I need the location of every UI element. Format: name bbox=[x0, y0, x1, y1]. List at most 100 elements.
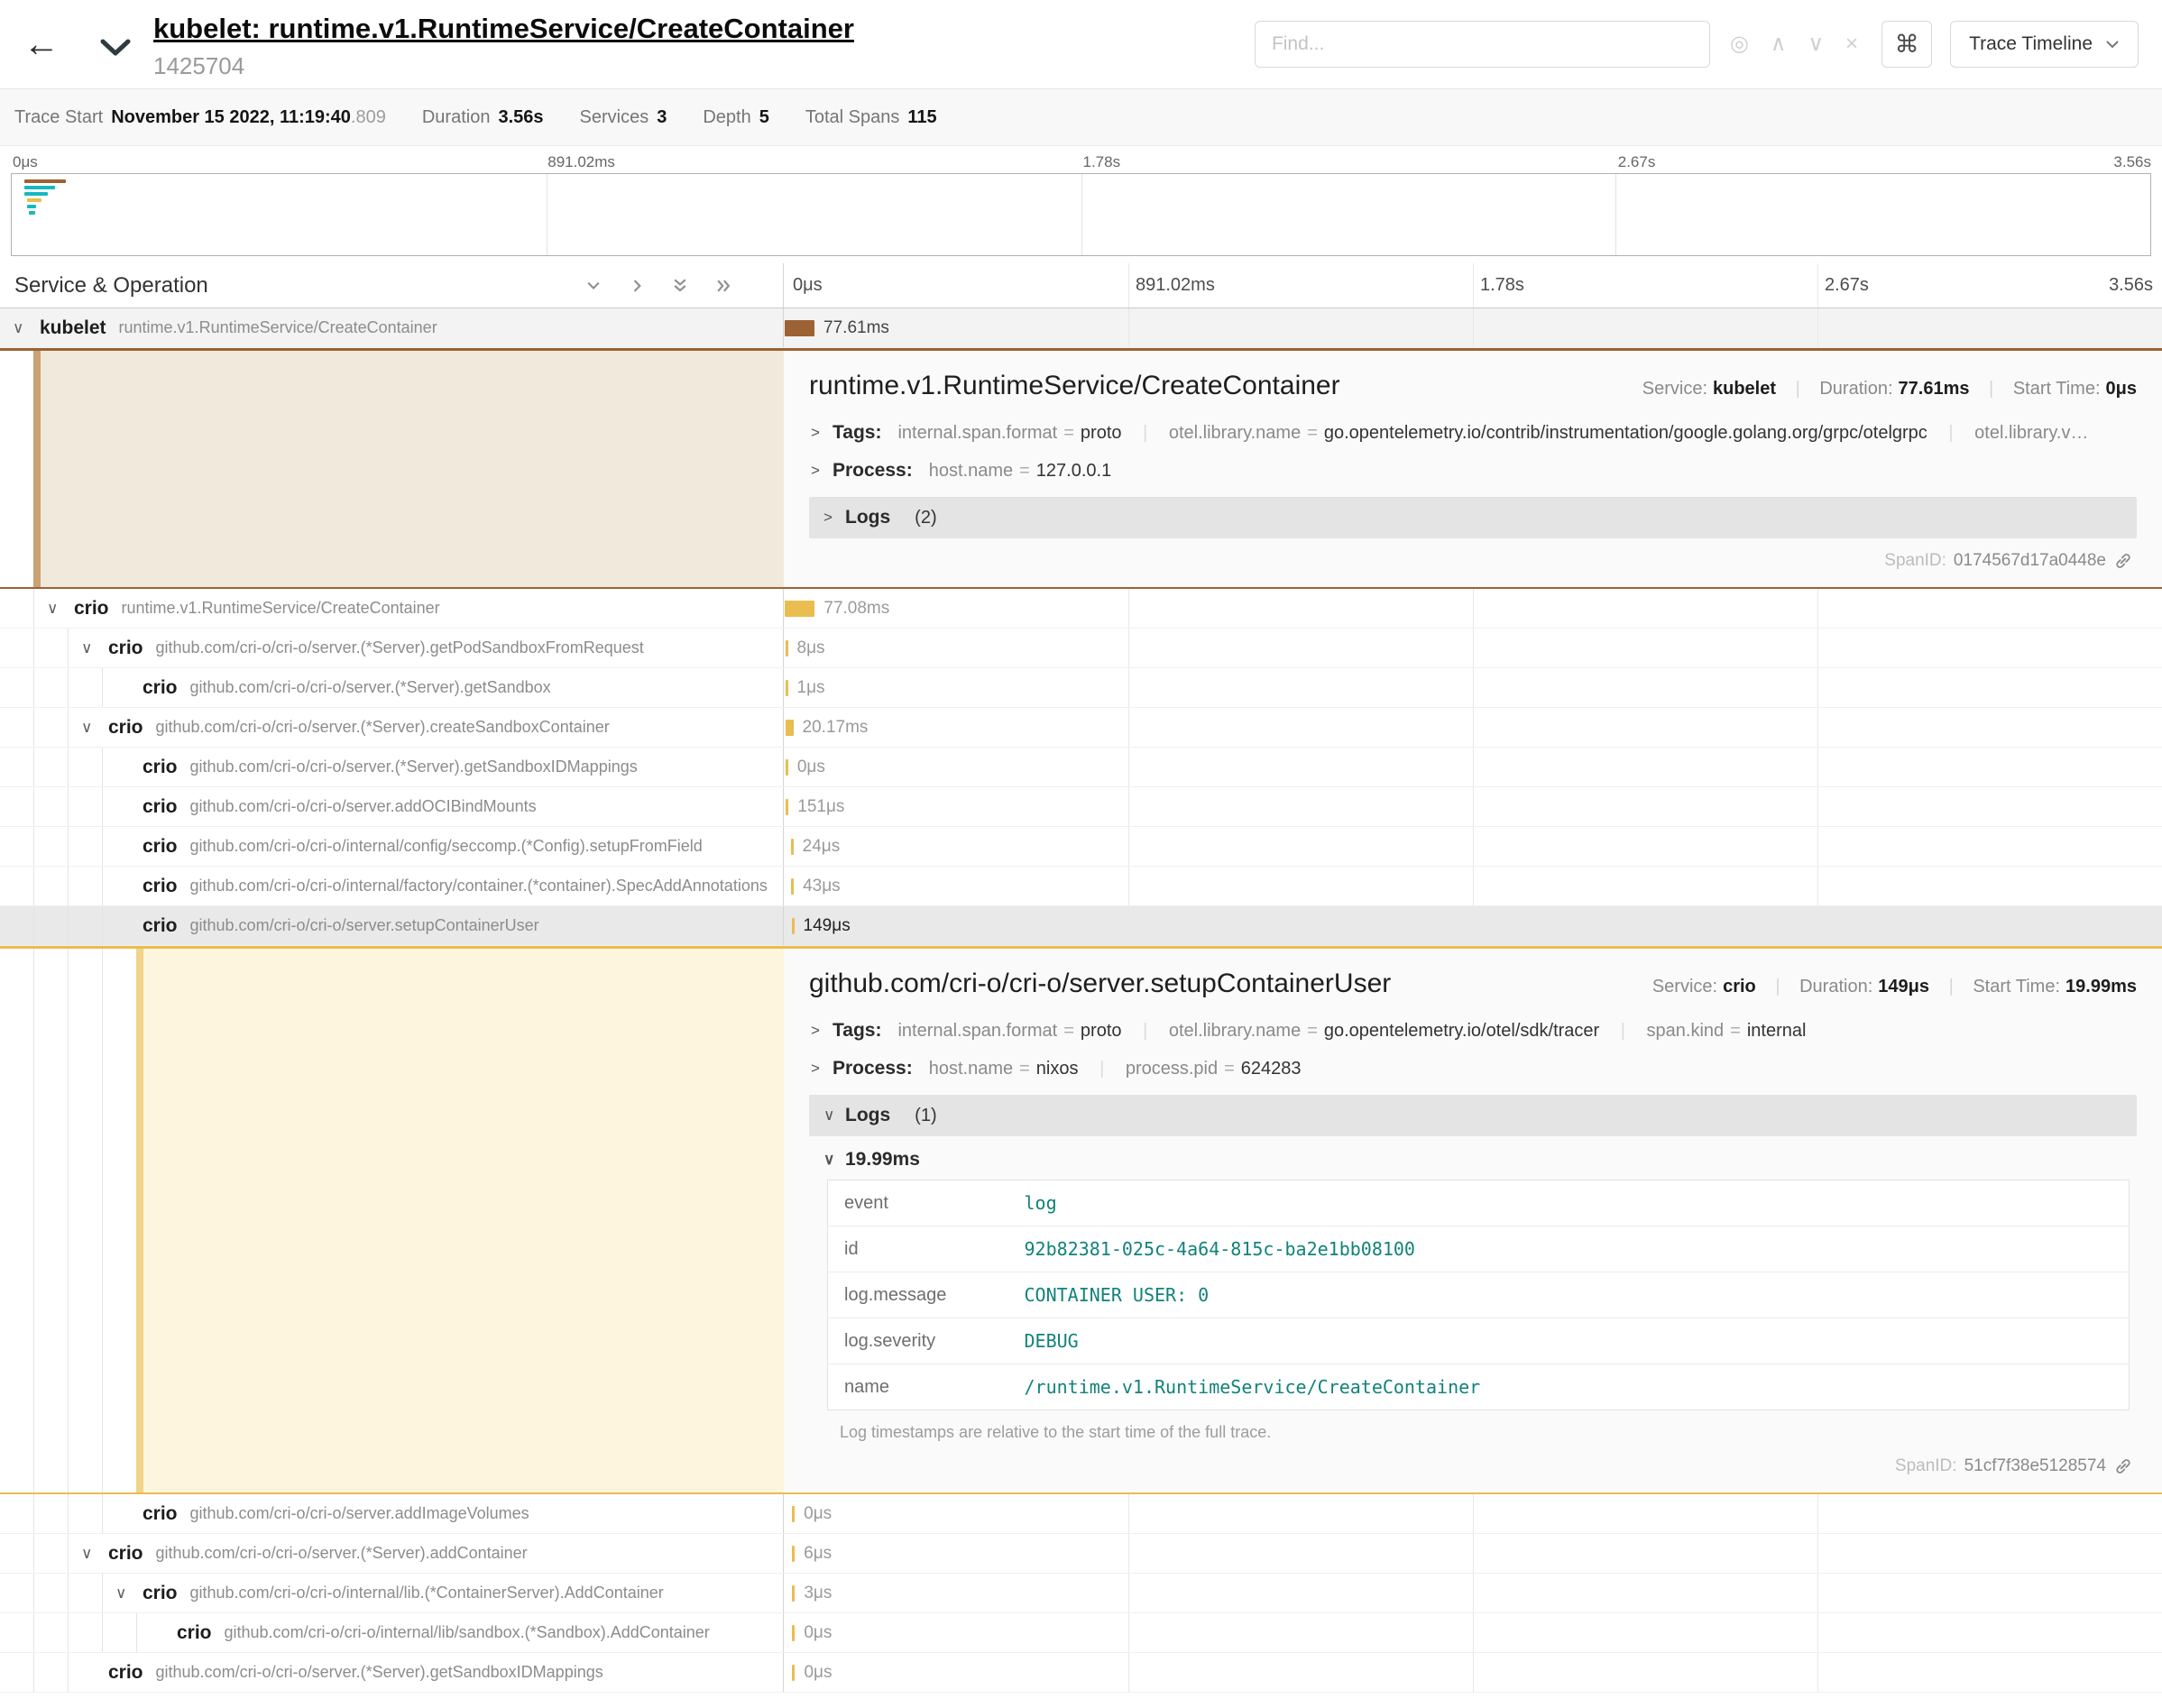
span-row[interactable]: ∨ crio github.com/cri-o/cri-o/internal/l… bbox=[0, 1574, 2162, 1613]
span-name-cell[interactable]: crio github.com/cri-o/cri-o/server.(*Ser… bbox=[0, 668, 784, 707]
span-expand-chevron-icon[interactable]: ∨ bbox=[81, 719, 108, 737]
span-timeline-cell[interactable]: 0μs bbox=[784, 1653, 2162, 1692]
process-accordion[interactable]: > Process: host.name=127.0.0.1 bbox=[809, 452, 2137, 490]
span-timeline-cell[interactable]: 151μs bbox=[784, 787, 2162, 826]
timeline-tick: 1.78s bbox=[1480, 275, 1524, 296]
log-field-key: name bbox=[828, 1364, 1008, 1410]
span-duration-bar[interactable] bbox=[786, 720, 794, 736]
find-input[interactable] bbox=[1255, 21, 1710, 68]
span-timeline-cell[interactable]: 0μs bbox=[784, 748, 2162, 786]
span-duration-bar[interactable] bbox=[786, 759, 788, 776]
span-timeline-cell[interactable]: 77.08ms bbox=[784, 589, 2162, 628]
span-expand-chevron-icon[interactable]: ∨ bbox=[81, 639, 108, 657]
tags-accordion[interactable]: > Tags: internal.span.format=proto | ote… bbox=[809, 414, 2137, 452]
span-row[interactable]: ∨ crio runtime.v1.RuntimeService/CreateC… bbox=[0, 589, 2162, 629]
collapse-one-chevron-down-icon[interactable] bbox=[584, 277, 603, 295]
span-row[interactable]: crio github.com/cri-o/cri-o/internal/fac… bbox=[0, 867, 2162, 906]
process-accordion[interactable]: > Process: host.name=nixos | process.pid… bbox=[809, 1050, 2137, 1088]
span-name-cell[interactable]: ∨ crio github.com/cri-o/cri-o/server.(*S… bbox=[0, 708, 784, 747]
span-timeline-cell[interactable]: 43μs bbox=[784, 867, 2162, 905]
span-duration-bar[interactable] bbox=[792, 1546, 795, 1562]
trace-view-selector[interactable]: Trace Timeline bbox=[1950, 21, 2139, 68]
logs-accordion[interactable]: ∨ Logs (1) bbox=[809, 1095, 2137, 1136]
span-duration-bar[interactable] bbox=[792, 1625, 795, 1641]
span-row[interactable]: crio github.com/cri-o/cri-o/server.(*Ser… bbox=[0, 748, 2162, 787]
span-name-cell[interactable]: ∨ crio github.com/cri-o/cri-o/server.(*S… bbox=[0, 629, 784, 667]
span-timeline-cell[interactable]: 20.17ms bbox=[784, 708, 2162, 747]
span-timeline-cell[interactable]: 1μs bbox=[784, 668, 2162, 707]
span-duration-label: 20.17ms bbox=[803, 718, 869, 738]
back-button[interactable]: ← bbox=[23, 24, 74, 65]
span-timeline-cell[interactable]: 0μs bbox=[784, 1494, 2162, 1533]
span-row[interactable]: crio github.com/cri-o/cri-o/server.(*Ser… bbox=[0, 668, 2162, 708]
span-name-cell[interactable]: crio github.com/cri-o/cri-o/server.setup… bbox=[0, 906, 784, 945]
span-timeline-cell[interactable]: 149μs bbox=[784, 906, 2162, 945]
logs-accordion[interactable]: > Logs (2) bbox=[809, 497, 2137, 538]
span-duration-bar[interactable] bbox=[792, 1585, 795, 1602]
span-name-cell[interactable]: crio github.com/cri-o/cri-o/internal/con… bbox=[0, 827, 784, 866]
timeline-gridline bbox=[1817, 748, 1818, 786]
span-row[interactable]: crio github.com/cri-o/cri-o/internal/con… bbox=[0, 827, 2162, 867]
expand-one-chevron-right-icon[interactable] bbox=[628, 277, 646, 295]
span-duration-bar[interactable] bbox=[792, 1506, 795, 1522]
span-duration-bar[interactable] bbox=[785, 601, 814, 617]
span-expand-chevron-icon[interactable]: ∨ bbox=[81, 1545, 108, 1563]
minimap-canvas[interactable] bbox=[11, 173, 2151, 256]
collapse-all-double-chevron-down-icon[interactable] bbox=[671, 277, 689, 295]
span-row[interactable]: crio github.com/cri-o/cri-o/server.(*Ser… bbox=[0, 1653, 2162, 1693]
log-entry-accordion[interactable]: ∨ 19.99ms bbox=[823, 1145, 2133, 1180]
span-row[interactable]: ∨ crio github.com/cri-o/cri-o/server.(*S… bbox=[0, 708, 2162, 748]
span-expand-chevron-icon[interactable]: ∨ bbox=[13, 319, 40, 337]
copy-link-icon[interactable] bbox=[2113, 1456, 2133, 1476]
span-name-cell[interactable]: crio github.com/cri-o/cri-o/internal/fac… bbox=[0, 867, 784, 905]
span-name-cell[interactable]: crio github.com/cri-o/cri-o/server.(*Ser… bbox=[0, 1653, 784, 1692]
span-name-cell[interactable]: crio github.com/cri-o/cri-o/server.(*Ser… bbox=[0, 748, 784, 786]
focus-result-icon[interactable]: ◎ bbox=[1730, 33, 1749, 55]
span-row[interactable]: crio github.com/cri-o/cri-o/server.addIm… bbox=[0, 1494, 2162, 1534]
span-duration-bar[interactable] bbox=[791, 839, 794, 855]
span-row[interactable]: ∨ crio github.com/cri-o/cri-o/server.(*S… bbox=[0, 629, 2162, 668]
span-expand-chevron-icon[interactable]: ∨ bbox=[115, 1584, 143, 1602]
span-duration-bar[interactable] bbox=[785, 320, 814, 336]
span-name-cell[interactable]: crio github.com/cri-o/cri-o/server.addOC… bbox=[0, 787, 784, 826]
collapse-trace-header-button[interactable] bbox=[99, 38, 132, 60]
span-name-cell[interactable]: ∨ crio runtime.v1.RuntimeService/CreateC… bbox=[0, 589, 784, 628]
prev-result-chevron-up-icon[interactable]: ∧ bbox=[1771, 33, 1787, 55]
log-field-row: event log bbox=[828, 1180, 2130, 1226]
timeline-ruler: 0μs 891.02ms 1.78s 2.67s 3.56s bbox=[784, 263, 2162, 308]
log-fields-table: event log id 92b82381-025c-4a64-815c-ba2… bbox=[827, 1180, 2130, 1410]
span-row[interactable]: crio github.com/cri-o/cri-o/server.addOC… bbox=[0, 787, 2162, 827]
clear-find-close-icon[interactable]: × bbox=[1845, 33, 1858, 55]
keyboard-shortcuts-button[interactable]: ⌘ bbox=[1881, 21, 1932, 68]
timeline-gridline bbox=[1128, 1653, 1129, 1692]
span-expand-chevron-icon[interactable]: ∨ bbox=[47, 600, 74, 618]
span-duration-bar[interactable] bbox=[786, 799, 788, 815]
span-name-cell[interactable]: crio github.com/cri-o/cri-o/internal/lib… bbox=[0, 1613, 784, 1652]
span-row[interactable]: crio github.com/cri-o/cri-o/internal/lib… bbox=[0, 1613, 2162, 1653]
next-result-chevron-down-icon[interactable]: ∨ bbox=[1808, 33, 1824, 55]
span-duration-bar[interactable] bbox=[792, 918, 795, 934]
span-timeline-cell[interactable]: 24μs bbox=[784, 827, 2162, 866]
span-timeline-cell[interactable]: 0μs bbox=[784, 1613, 2162, 1652]
span-timeline-cell[interactable]: 77.61ms bbox=[784, 308, 2162, 347]
span-name-cell[interactable]: ∨ kubelet runtime.v1.RuntimeService/Crea… bbox=[0, 308, 784, 347]
span-row[interactable]: crio github.com/cri-o/cri-o/server.setup… bbox=[0, 906, 2162, 946]
span-duration-bar[interactable] bbox=[786, 680, 788, 696]
span-row[interactable]: ∨ crio github.com/cri-o/cri-o/server.(*S… bbox=[0, 1534, 2162, 1574]
minimap-span bbox=[24, 186, 55, 189]
span-name-cell[interactable]: ∨ crio github.com/cri-o/cri-o/server.(*S… bbox=[0, 1534, 784, 1573]
tags-accordion[interactable]: > Tags: internal.span.format=proto | ote… bbox=[809, 1012, 2137, 1050]
span-name-cell[interactable]: crio github.com/cri-o/cri-o/server.addIm… bbox=[0, 1494, 784, 1533]
span-timeline-cell[interactable]: 3μs bbox=[784, 1574, 2162, 1612]
span-duration-bar[interactable] bbox=[791, 878, 794, 895]
trace-title-link[interactable]: kubelet: runtime.v1.RuntimeService/Creat… bbox=[153, 13, 854, 45]
expand-all-double-chevron-right-icon[interactable] bbox=[714, 277, 732, 295]
span-row[interactable]: ∨ kubelet runtime.v1.RuntimeService/Crea… bbox=[0, 308, 2162, 348]
span-duration-bar[interactable] bbox=[786, 640, 788, 657]
span-duration-bar[interactable] bbox=[792, 1665, 795, 1681]
copy-link-icon[interactable] bbox=[2113, 551, 2133, 571]
span-name-cell[interactable]: ∨ crio github.com/cri-o/cri-o/internal/l… bbox=[0, 1574, 784, 1612]
span-timeline-cell[interactable]: 6μs bbox=[784, 1534, 2162, 1573]
span-operation-name: github.com/cri-o/cri-o/server.(*Server).… bbox=[190, 678, 560, 697]
span-timeline-cell[interactable]: 8μs bbox=[784, 629, 2162, 667]
